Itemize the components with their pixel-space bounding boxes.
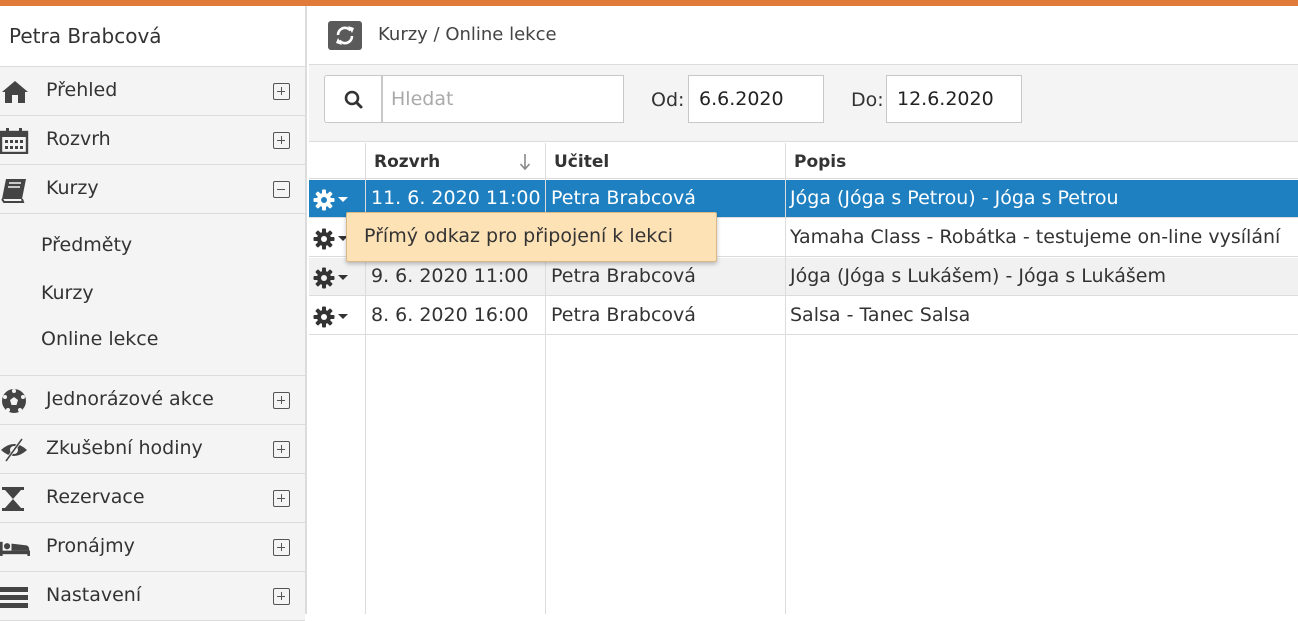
cell-ucitel: Petra Brabcová [551, 265, 696, 287]
cell-popis: Salsa - Tanec Salsa [790, 304, 971, 326]
collapse-minus-icon[interactable] [273, 181, 290, 198]
date-from-label: Od: [651, 89, 685, 111]
list-icon [0, 587, 28, 608]
sidebar-item-label: Rezervace [46, 486, 145, 508]
date-to-label: Do: [851, 89, 884, 111]
gear-dropdown-icon[interactable] [312, 188, 356, 212]
expand-plus-icon[interactable] [273, 441, 290, 458]
home-icon [2, 81, 28, 103]
page-header: Kurzy / Online lekce [309, 6, 1298, 65]
cell-rozvrh: 9. 6. 2020 11:00 [371, 265, 529, 287]
sidebar-item-label: Přehled [46, 79, 118, 101]
refresh-icon [336, 26, 354, 45]
soccer-ball-icon [2, 389, 26, 413]
expand-plus-icon[interactable] [273, 392, 290, 409]
eye-slash-icon [1, 438, 27, 462]
sidebar-item-label: Nastavení [46, 584, 142, 606]
table-row[interactable]: 9. 6. 2020 11:00 Petra Brabcová Jóga (Jó… [309, 258, 1298, 296]
search-icon [344, 90, 363, 109]
column-header-rozvrh[interactable]: Rozvrh [374, 152, 440, 172]
expand-plus-icon[interactable] [273, 588, 290, 605]
column-divider [785, 143, 786, 614]
breadcrumb: Kurzy / Online lekce [378, 24, 557, 45]
sidebar-item-rozvrh[interactable]: Rozvrh [0, 116, 305, 165]
main-content: Kurzy / Online lekce Od: Do: Rozvrh Učit… [309, 6, 1298, 614]
direct-link-tooltip-menu-item[interactable]: Přímý odkaz pro připojení k lekci [346, 212, 717, 262]
hourglass-icon [2, 487, 24, 511]
sidebar-subitem-predmety[interactable]: Předměty [41, 234, 132, 256]
column-header-popis[interactable]: Popis [794, 152, 846, 172]
table-row[interactable]: 8. 6. 2020 16:00 Petra Brabcová Salsa - … [309, 297, 1298, 335]
sidebar-item-pronajmy[interactable]: Pronájmy [0, 523, 305, 572]
search-input[interactable] [382, 75, 624, 123]
bed-icon [0, 541, 30, 556]
expand-plus-icon[interactable] [273, 83, 290, 100]
expand-plus-icon[interactable] [273, 490, 290, 507]
user-name: Petra Brabcová [0, 6, 305, 67]
expand-plus-icon[interactable] [273, 132, 290, 149]
filter-bar: Od: Do: [309, 65, 1298, 142]
cell-rozvrh: 11. 6. 2020 11:00 [371, 187, 541, 209]
sidebar-item-prehled[interactable]: Přehled [0, 67, 305, 116]
sidebar-item-label: Rozvrh [46, 128, 111, 150]
sidebar-item-jednorazove-akce[interactable]: Jednorázové akce [0, 376, 305, 425]
cell-rozvrh: 8. 6. 2020 16:00 [371, 304, 529, 326]
calendar-icon [0, 128, 29, 154]
table-header: Rozvrh Učitel Popis [309, 143, 1298, 179]
sidebar-item-label: Kurzy [46, 177, 99, 199]
search-button[interactable] [324, 75, 382, 123]
cell-popis: Jóga (Jóga s Lukášem) - Jóga s Lukášem [790, 265, 1166, 287]
cell-popis: Jóga (Jóga s Petrou) - Jóga s Petrou [790, 187, 1119, 209]
cell-ucitel: Petra Brabcová [551, 187, 696, 209]
date-to-input[interactable] [886, 75, 1022, 123]
sidebar-item-label: Jednorázové akce [46, 388, 214, 410]
sort-down-arrow-icon[interactable] [519, 153, 531, 171]
gear-dropdown-icon[interactable] [312, 305, 356, 329]
date-from-input[interactable] [688, 75, 824, 123]
sidebar-item-label: Zkušební hodiny [46, 437, 203, 459]
sidebar-item-kurzy[interactable]: Kurzy [0, 165, 305, 214]
sidebar-subitem-kurzy[interactable]: Kurzy [41, 282, 94, 304]
expand-plus-icon[interactable] [273, 539, 290, 556]
cell-ucitel: Petra Brabcová [551, 304, 696, 326]
refresh-button[interactable] [328, 21, 362, 50]
cell-popis: Yamaha Class - Robátka - testujeme on-li… [790, 226, 1281, 248]
sidebar-item-zkusebni-hodiny[interactable]: Zkušební hodiny [0, 425, 305, 474]
book-icon [1, 179, 26, 203]
sidebar-item-rezervace[interactable]: Rezervace [0, 474, 305, 523]
column-header-ucitel[interactable]: Učitel [554, 152, 609, 172]
gear-dropdown-icon[interactable] [312, 266, 356, 290]
sidebar-subitem-online-lekce[interactable]: Online lekce [41, 328, 158, 350]
sidebar: Petra Brabcová Přehled Rozvrh Kurzy Před… [0, 6, 307, 621]
kurzy-submenu: Předměty Kurzy Online lekce [0, 214, 305, 376]
sidebar-item-label: Pronájmy [46, 535, 135, 557]
